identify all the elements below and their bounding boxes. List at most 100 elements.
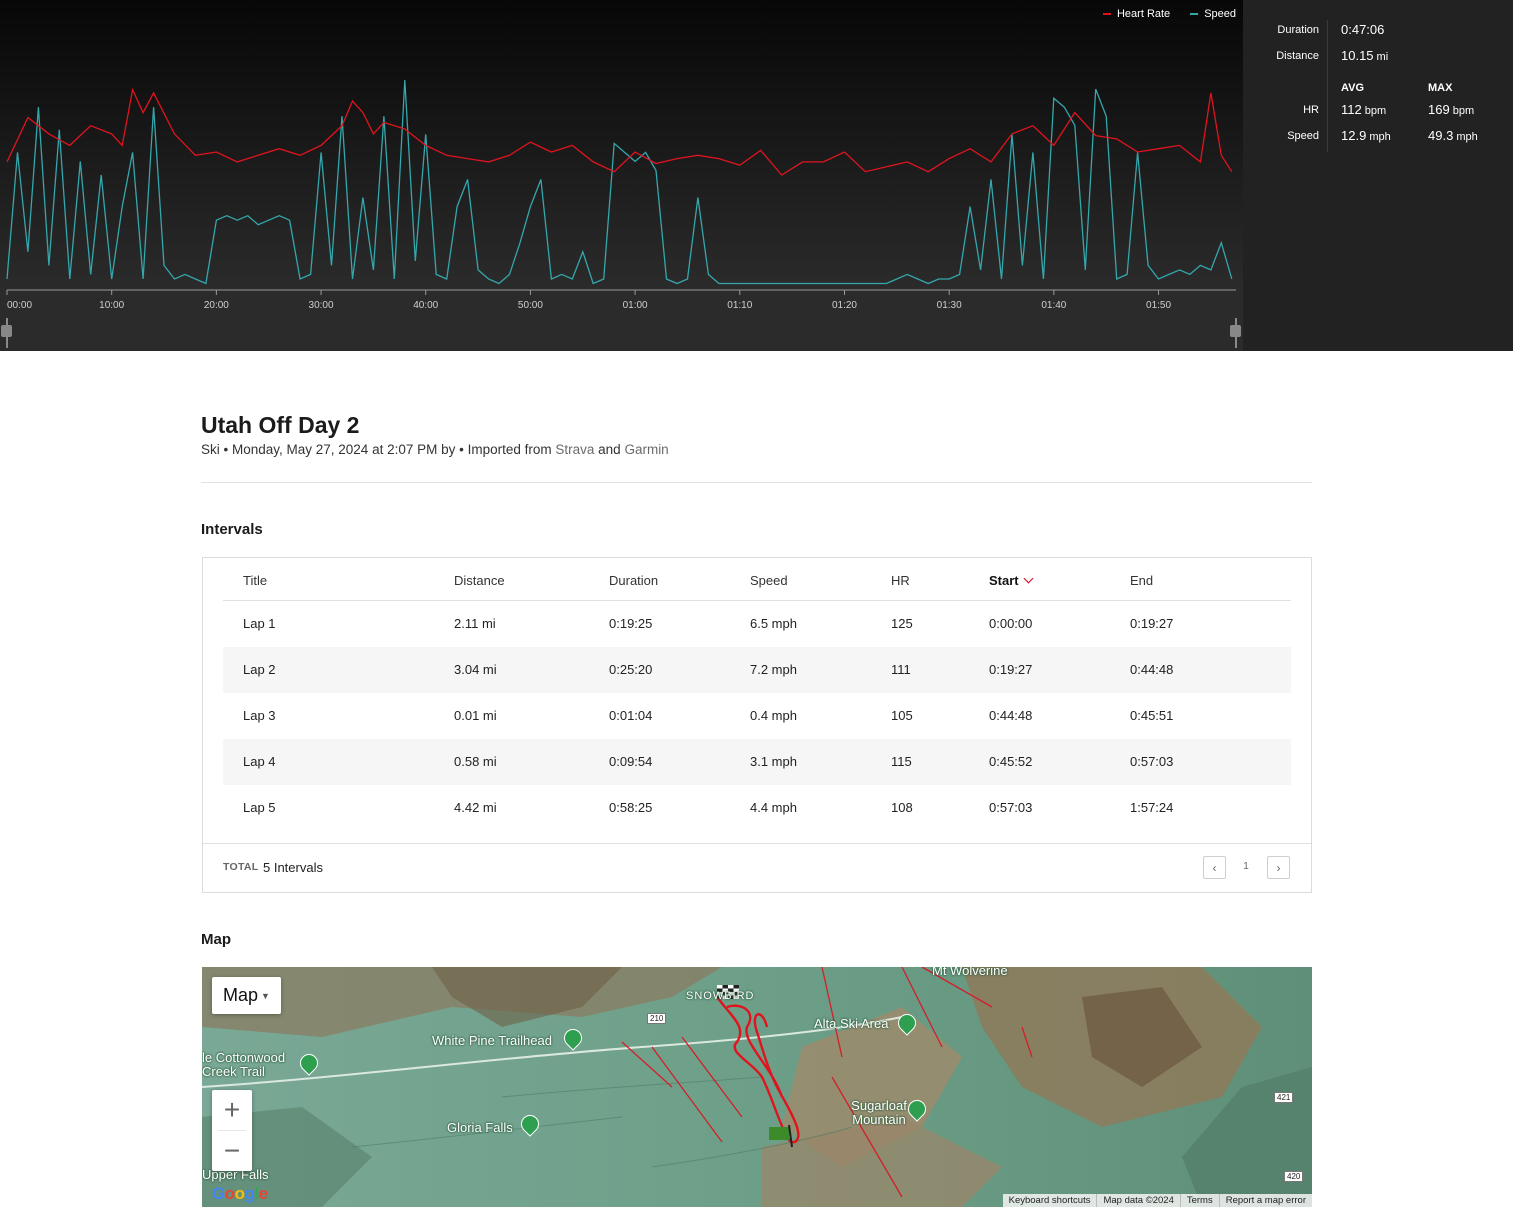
hr-label: HR: [1303, 104, 1319, 116]
map-label-white-pine: White Pine Trailhead: [432, 1033, 552, 1048]
google-logo[interactable]: Google: [212, 1184, 268, 1204]
keyboard-shortcuts-link[interactable]: Keyboard shortcuts: [1003, 1194, 1097, 1207]
col-speed[interactable]: Speed: [750, 573, 788, 588]
cell-speed: 6.5 mph: [750, 616, 797, 631]
avg-header: AVG: [1341, 82, 1365, 94]
cell-speed: 7.2 mph: [750, 662, 797, 677]
cell-speed: 0.4 mph: [750, 708, 797, 723]
cell-speed: 4.4 mph: [750, 800, 797, 815]
chevron-left-icon: ‹: [1212, 860, 1217, 875]
map-data-text: Map data ©2024: [1096, 1194, 1179, 1207]
stats-panel: Duration 0:47:06 Distance 10.15 mi AVG MA…: [1243, 0, 1513, 351]
map-terrain: [202, 967, 1312, 1207]
zoom-in-button[interactable]: +: [212, 1090, 252, 1130]
total-value: 5 Intervals: [263, 860, 323, 875]
cell-hr: 115: [891, 754, 912, 769]
x-tick-label: 30:00: [309, 300, 334, 311]
cell-end: 0:19:27: [1130, 616, 1174, 631]
cell-start: 0:45:52: [989, 754, 1033, 769]
col-hr[interactable]: HR: [891, 573, 910, 588]
page-number[interactable]: 1: [1236, 861, 1256, 872]
cell-distance: 2.11 mi: [454, 616, 496, 631]
table-row[interactable]: Lap 5 4.42 mi 0:58:25 4.4 mph 108 0:57:03 1:57…: [223, 785, 1291, 831]
legend-label: Heart Rate: [1116, 8, 1171, 20]
zoom-control: + −: [212, 1090, 252, 1171]
route-map[interactable]: White Pine Trailhead le Cottonwood Creek…: [202, 967, 1312, 1207]
legend-swatch-hr: [1102, 13, 1111, 15]
cell-title: Lap 4: [243, 754, 276, 769]
map-type-dropdown[interactable]: Map ▼: [212, 977, 281, 1014]
max-header: MAX: [1428, 82, 1453, 94]
chart-band: 00:00 10:00 20:00 30:00 40:00 50:00 01:00 01:10…: [0, 0, 1513, 351]
x-tick-label: 50:00: [518, 300, 543, 311]
cell-end: 1:57:24: [1130, 800, 1174, 815]
x-tick-label: 01:00: [623, 300, 648, 311]
zoom-out-button[interactable]: −: [212, 1131, 252, 1171]
hr-max: 169 bpm: [1428, 102, 1475, 117]
map-attribution: Keyboard shortcuts Map data ©2024 Terms …: [1002, 1194, 1312, 1207]
legend-label: Speed: [1204, 8, 1236, 20]
duration-value: 0:47:06: [1341, 22, 1385, 37]
x-tick-label: 01:10: [727, 300, 752, 311]
col-title[interactable]: Title: [243, 573, 267, 588]
x-tick-label: 01:50: [1146, 300, 1171, 311]
cell-hr: 108: [891, 800, 913, 815]
range-handle-right-icon: [1230, 325, 1241, 337]
table-row[interactable]: Lap 1 2.11 mi 0:19:25 6.5 mph 125 0:00:00 0:19…: [223, 601, 1291, 647]
highway-shield-421: 421: [1274, 1092, 1294, 1103]
col-distance[interactable]: Distance: [454, 573, 505, 588]
sort-desc-icon: [1023, 573, 1034, 584]
legend-heart-rate[interactable]: Heart Rate: [1102, 8, 1171, 20]
table-row[interactable]: Lap 3 0.01 mi 0:01:04 0.4 mph 105 0:44:48 0:45…: [223, 693, 1291, 739]
hr-speed-chart[interactable]: 00:00 10:00 20:00 30:00 40:00 50:00 01:00 01:10…: [0, 0, 1243, 351]
legend-swatch-speed: [1190, 13, 1199, 15]
divider: [201, 482, 1312, 483]
cell-start: 0:44:48: [989, 708, 1033, 723]
x-tick-label: 20:00: [204, 300, 229, 311]
map-type-label: Map: [223, 985, 259, 1005]
terms-link[interactable]: Terms: [1179, 1194, 1219, 1207]
stats-divider: [1327, 20, 1328, 152]
cell-start: 0:00:00: [989, 616, 1033, 631]
map-label-wolverine: Mt Wolverine: [932, 967, 1008, 978]
col-duration[interactable]: Duration: [609, 573, 658, 588]
next-page-button[interactable]: ›: [1267, 856, 1290, 879]
cell-start: 0:57:03: [989, 800, 1033, 815]
cell-start: 0:19:27: [989, 662, 1033, 677]
table-row[interactable]: Lap 4 0.58 mi 0:09:54 3.1 mph 115 0:45:52 0:57…: [223, 739, 1291, 785]
cell-end: 0:44:48: [1130, 662, 1174, 677]
strava-link[interactable]: Strava: [555, 442, 594, 457]
cell-distance: 3.04 mi: [454, 662, 497, 677]
table-footer: TOTAL 5 Intervals ‹ 1 ›: [203, 843, 1311, 892]
x-tick-label: 01:20: [832, 300, 857, 311]
cell-title: Lap 3: [243, 708, 276, 723]
cell-duration: 0:01:04: [609, 708, 653, 723]
intervals-table: Title Distance Duration Speed HR Start E…: [202, 557, 1312, 893]
garmin-link[interactable]: Garmin: [624, 442, 668, 457]
col-end[interactable]: End: [1130, 573, 1153, 588]
cell-hr: 111: [891, 662, 911, 677]
x-tick-label: 01:40: [1041, 300, 1066, 311]
cell-duration: 0:25:20: [609, 662, 653, 677]
speed-max: 49.3 mph: [1428, 128, 1478, 143]
activity-subtitle: Ski • Monday, May 27, 2024 at 2:07 PM by…: [201, 442, 669, 457]
cell-distance: 0.01 mi: [454, 708, 497, 723]
x-tick-label: 01:30: [937, 300, 962, 311]
speed-avg: 12.9 mph: [1341, 128, 1391, 143]
report-error-link[interactable]: Report a map error: [1218, 1194, 1312, 1207]
cell-end: 0:57:03: [1130, 754, 1174, 769]
prev-page-button[interactable]: ‹: [1203, 856, 1226, 879]
speed-label: Speed: [1287, 130, 1319, 142]
legend-speed[interactable]: Speed: [1190, 8, 1236, 20]
cell-duration: 0:58:25: [609, 800, 653, 815]
intervals-heading: Intervals: [201, 521, 263, 538]
x-tick-label: 00:00: [7, 300, 32, 311]
cell-distance: 0.58 mi: [454, 754, 497, 769]
table-row[interactable]: Lap 2 3.04 mi 0:25:20 7.2 mph 111 0:19:27 0:44…: [223, 647, 1291, 693]
duration-label: Duration: [1277, 24, 1319, 36]
col-start[interactable]: Start: [989, 573, 1034, 588]
speed-series-line: [6, 80, 1233, 285]
cell-title: Lap 1: [243, 616, 276, 631]
caret-down-icon: ▼: [261, 990, 270, 1001]
chart-legend: Heart Rate Speed: [1102, 8, 1236, 20]
